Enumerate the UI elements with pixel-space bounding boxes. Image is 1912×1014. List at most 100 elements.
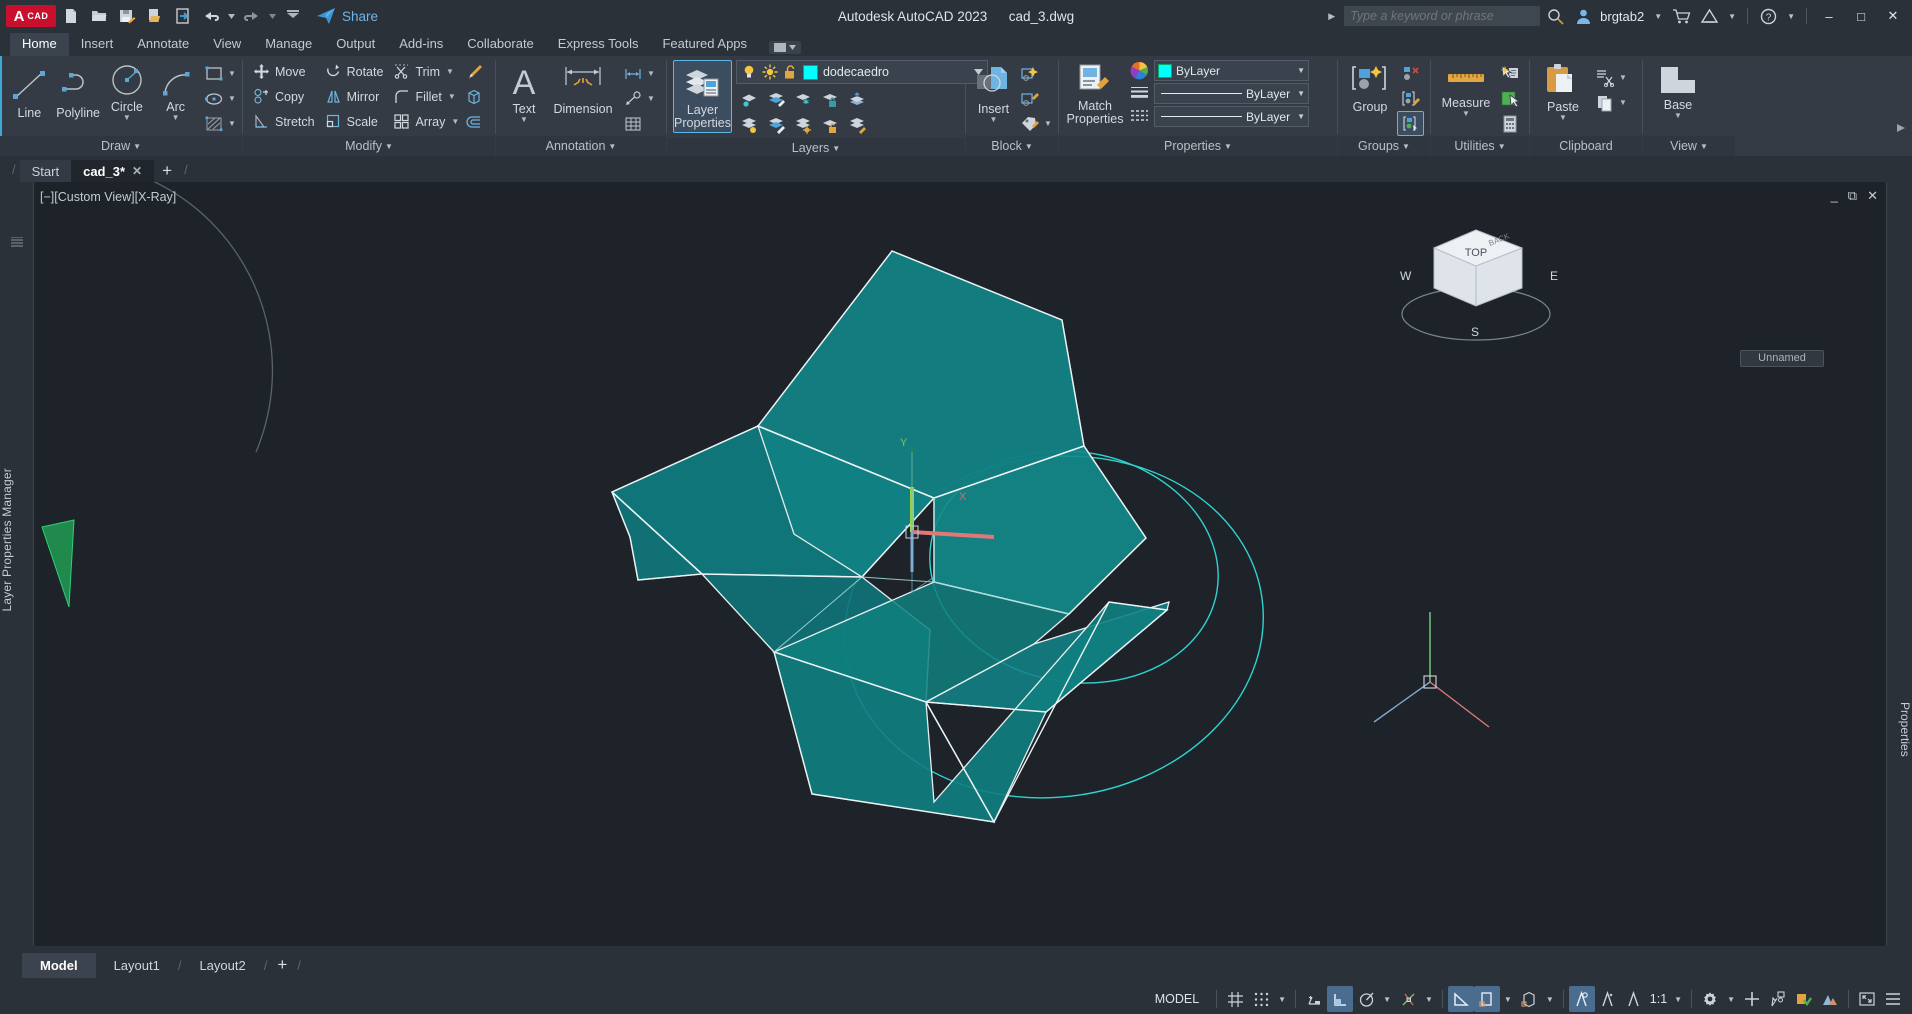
quick-select-icon[interactable]	[1496, 61, 1523, 86]
insert-dropdown-icon[interactable]: ▼	[990, 116, 998, 124]
panel-title-utilities[interactable]: Utilities ▼	[1431, 136, 1529, 156]
group-edit-icon[interactable]	[1397, 86, 1424, 111]
cut-icon[interactable]	[1591, 65, 1618, 90]
ortho-mode-toggle[interactable]	[1327, 986, 1354, 1012]
tab-featured-apps[interactable]: Featured Apps	[650, 33, 759, 56]
workspace-dropdown-icon[interactable]: ▼	[1723, 995, 1739, 1004]
layer-properties-palette[interactable]: Layer Properties Manager	[0, 182, 34, 946]
clean-screen-icon[interactable]	[1854, 986, 1880, 1012]
view-name-badge[interactable]: Unnamed	[1740, 350, 1824, 367]
minimize-button[interactable]: –	[1814, 1, 1844, 31]
panel-title-clipboard[interactable]: Clipboard	[1530, 136, 1642, 156]
viewport-restore-icon[interactable]: ⧉	[1848, 189, 1857, 202]
base-button[interactable]: Base ▼	[1648, 61, 1708, 121]
circle-dropdown-icon[interactable]: ▼	[123, 114, 131, 122]
linetype-selector[interactable]: ByLayer ▼	[1154, 106, 1309, 127]
define-attributes-icon[interactable]	[1016, 111, 1043, 136]
viewport-minimize-icon[interactable]: _	[1831, 189, 1838, 202]
tab-collaborate[interactable]: Collaborate	[455, 33, 546, 56]
snap-dropdown-icon[interactable]: ▼	[1274, 995, 1290, 1004]
layout-tab-layout2[interactable]: Layout2	[181, 953, 263, 978]
close-button[interactable]: ✕	[1878, 1, 1908, 31]
linear-dimension-icon[interactable]	[619, 61, 646, 86]
palette-grip-icon[interactable]	[11, 234, 23, 247]
text-dropdown-icon[interactable]: ▼	[520, 116, 528, 124]
share-button[interactable]: Share	[316, 7, 378, 25]
layer-unisolate-icon[interactable]	[763, 87, 790, 112]
ellipse-icon[interactable]	[200, 86, 227, 111]
customization-menu-icon[interactable]	[1880, 986, 1906, 1012]
maximize-button[interactable]: □	[1846, 1, 1876, 31]
panel-title-block[interactable]: Block ▼	[966, 136, 1058, 156]
ribbon-minimize-control[interactable]	[769, 41, 802, 54]
ellipse-dropdown-icon[interactable]: ▼	[227, 94, 237, 103]
document-tab-cad3[interactable]: cad_3* ✕	[71, 160, 155, 182]
save-as-icon[interactable]	[142, 3, 168, 29]
model-geometry[interactable]: Y X W E S TOP BACK	[34, 182, 1886, 946]
rectangle-dropdown-icon[interactable]: ▼	[227, 69, 237, 78]
ungroup-icon[interactable]	[1397, 61, 1424, 86]
tab-annotate[interactable]: Annotate	[125, 33, 201, 56]
annotation-scale-value[interactable]: 1:1	[1647, 992, 1670, 1006]
layer-unlock-icon[interactable]	[817, 113, 844, 138]
panel-title-modify[interactable]: Modify ▼	[243, 136, 495, 156]
autoscale-toggle[interactable]	[1595, 986, 1621, 1012]
dimension-button[interactable]: Dimension	[547, 61, 619, 118]
workspace-switching-icon[interactable]	[1697, 986, 1723, 1012]
tab-output[interactable]: Output	[324, 33, 387, 56]
undo-dropdown-icon[interactable]	[226, 4, 237, 28]
hardware-acceleration-icon[interactable]	[1765, 986, 1791, 1012]
start-tab[interactable]: Start	[19, 160, 72, 182]
leader-dropdown-icon[interactable]: ▼	[646, 94, 656, 103]
trim-dropdown-icon[interactable]: ▼	[445, 67, 455, 76]
panel-title-layers[interactable]: Layers ▼	[667, 138, 965, 158]
trim-button[interactable]: Trim	[388, 59, 445, 84]
3d-object-snap-toggle[interactable]	[1516, 986, 1542, 1012]
mirror-button[interactable]: Mirror	[320, 84, 389, 109]
array-dropdown-icon[interactable]: ▼	[450, 117, 460, 126]
calculator-icon[interactable]	[1496, 111, 1523, 136]
measure-button[interactable]: Measure ▼	[1436, 61, 1496, 119]
undo-icon[interactable]	[198, 3, 224, 29]
insert-button[interactable]: Insert ▼	[971, 61, 1016, 125]
layer-properties-button[interactable]: Layer Properties	[673, 60, 732, 133]
lineweight-selector[interactable]: ByLayer ▼	[1154, 83, 1309, 104]
paste-button[interactable]: Paste ▼	[1535, 61, 1591, 123]
leader-icon[interactable]	[619, 86, 646, 111]
close-icon[interactable]: ✕	[132, 164, 142, 178]
group-selection-toggle-icon[interactable]	[1397, 111, 1424, 136]
username-label[interactable]: brgtab2	[1598, 9, 1648, 24]
match-properties-button[interactable]: Match Properties	[1064, 60, 1126, 128]
table-icon[interactable]	[619, 111, 646, 136]
edit-block-icon[interactable]	[1016, 86, 1043, 111]
linear-dimension-dropdown-icon[interactable]: ▼	[646, 69, 656, 78]
snap-mode-toggle[interactable]	[1248, 986, 1274, 1012]
open-folder-icon[interactable]	[86, 3, 112, 29]
apps-dropdown-icon[interactable]: ▼	[1724, 12, 1740, 21]
tab-view[interactable]: View	[201, 33, 253, 56]
drawing-area[interactable]: Layer Properties Manager Properties [−][…	[0, 182, 1912, 946]
object-snap-tracking-dropdown-icon[interactable]: ▼	[1421, 995, 1437, 1004]
layer-lock-icon[interactable]	[817, 87, 844, 112]
color-dropdown-icon[interactable]: ▼	[1297, 66, 1305, 75]
panel-title-view[interactable]: View ▼	[1643, 136, 1735, 156]
save-icon[interactable]	[114, 3, 140, 29]
layer-isolate-icon[interactable]	[736, 87, 763, 112]
annotation-scale-dropdown-icon[interactable]: ▼	[1670, 995, 1686, 1004]
base-dropdown-icon[interactable]: ▼	[1674, 112, 1682, 120]
rotate-button[interactable]: Rotate	[320, 59, 389, 84]
tab-express-tools[interactable]: Express Tools	[546, 33, 651, 56]
user-avatar-icon[interactable]	[1570, 3, 1596, 29]
linetype-dropdown-icon[interactable]: ▼	[1297, 112, 1305, 121]
customize-qat-icon[interactable]	[280, 3, 306, 29]
viewport-close-icon[interactable]: ✕	[1867, 189, 1878, 202]
search-icon[interactable]	[1542, 3, 1568, 29]
tab-insert[interactable]: Insert	[69, 33, 126, 56]
redo-dropdown-icon[interactable]	[267, 4, 278, 28]
autocad-logo[interactable]: A CAD	[6, 5, 56, 27]
layer-freeze-icon[interactable]	[790, 87, 817, 112]
panel-title-groups[interactable]: Groups ▼	[1338, 136, 1430, 156]
properties-palette[interactable]: Properties	[1886, 182, 1912, 946]
copy-clip-dropdown-icon[interactable]: ▼	[1618, 98, 1628, 107]
circle-button[interactable]: Circle ▼	[103, 61, 152, 123]
